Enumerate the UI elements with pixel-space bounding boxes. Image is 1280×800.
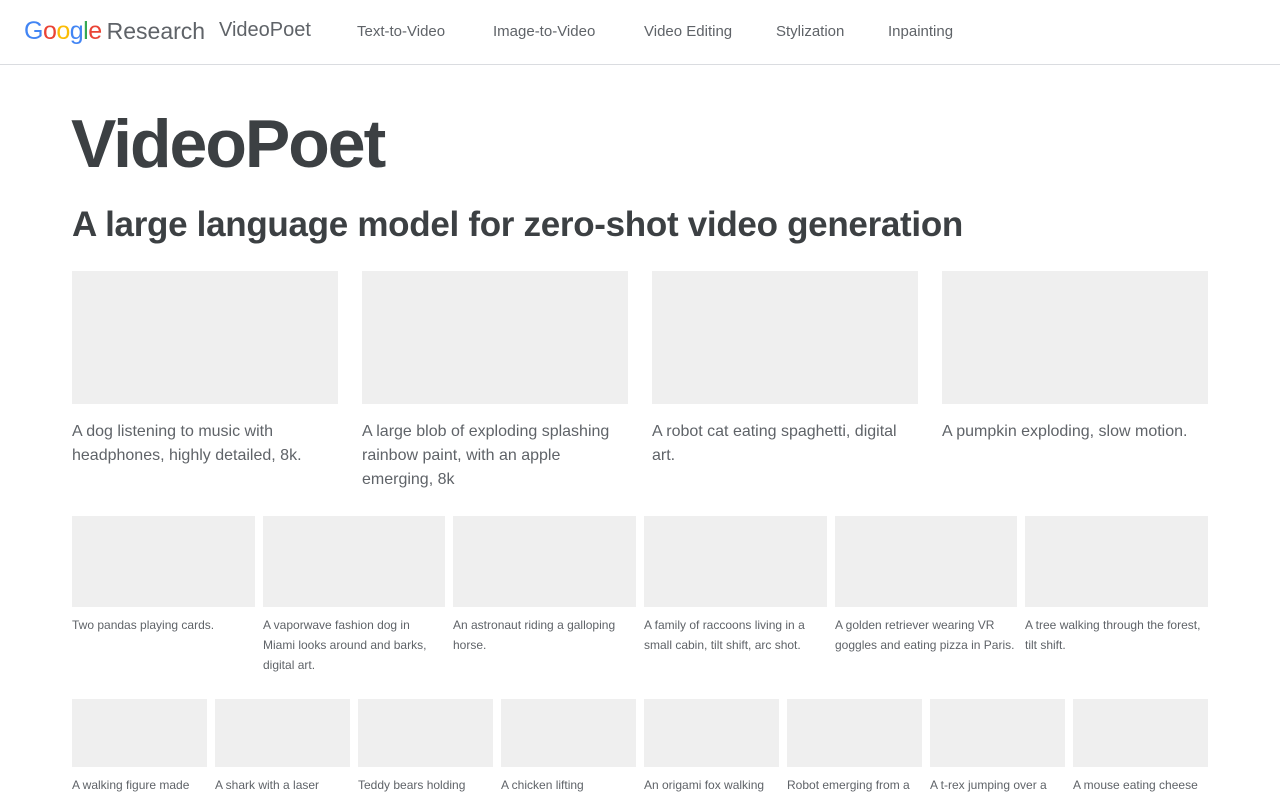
video-card[interactable]: A shark with a laser xyxy=(215,699,350,795)
nav-image-to-video[interactable]: Image-to-Video xyxy=(493,23,595,40)
video-caption: An astronaut riding a galloping horse. xyxy=(453,618,616,652)
video-caption: A shark with a laser xyxy=(215,778,320,792)
video-card[interactable]: Robot emerging from a xyxy=(787,699,922,795)
video-caption: A t-rex jumping over a xyxy=(930,778,1047,792)
video-thumbnail[interactable] xyxy=(644,516,827,607)
brand-letter-o2: o xyxy=(56,17,70,45)
video-caption: A golden retriever wearing VR goggles an… xyxy=(835,618,1015,652)
video-card[interactable]: A vaporwave fashion dog in Miami looks a… xyxy=(263,516,445,675)
video-card[interactable]: A chicken lifting xyxy=(501,699,636,795)
video-caption: A pumpkin exploding, slow motion. xyxy=(942,423,1188,440)
video-thumbnail[interactable] xyxy=(358,699,493,767)
brand-suffix: Research xyxy=(106,18,206,44)
video-card[interactable]: A golden retriever wearing VR goggles an… xyxy=(835,516,1017,655)
brand-letter-g1: G xyxy=(24,17,43,45)
top-navigation-bar: G o o g l e Research VideoPoet Text-to-V… xyxy=(0,0,1280,65)
page-subtitle: A large language model for zero-shot vid… xyxy=(72,205,963,244)
video-thumbnail[interactable] xyxy=(942,271,1208,404)
video-card[interactable]: An origami fox walking xyxy=(644,699,779,795)
video-card[interactable]: Two pandas playing cards. xyxy=(72,516,255,635)
product-name[interactable]: VideoPoet xyxy=(219,19,311,42)
video-thumbnail[interactable] xyxy=(835,516,1017,607)
video-card[interactable]: A robot cat eating spaghetti, digital ar… xyxy=(652,271,918,468)
video-card[interactable]: A pumpkin exploding, slow motion. xyxy=(942,271,1208,444)
brand-letter-e: e xyxy=(88,17,102,45)
video-caption: Two pandas playing cards. xyxy=(72,618,215,632)
video-card[interactable]: A large blob of exploding splashing rain… xyxy=(362,271,628,492)
video-thumbnail[interactable] xyxy=(644,699,779,767)
video-caption: A tree walking through the forest, tilt … xyxy=(1025,618,1201,652)
video-card[interactable]: A tree walking through the forest, tilt … xyxy=(1025,516,1208,655)
video-thumbnail[interactable] xyxy=(453,516,636,607)
google-research-logo[interactable]: G o o g l e Research xyxy=(24,17,205,47)
video-caption: Robot emerging from a xyxy=(787,778,910,792)
video-caption: Teddy bears holding xyxy=(358,778,466,792)
video-caption: A large blob of exploding splashing rain… xyxy=(362,423,610,488)
video-card[interactable]: Teddy bears holding xyxy=(358,699,493,795)
video-thumbnail[interactable] xyxy=(72,516,255,607)
video-thumbnail[interactable] xyxy=(787,699,922,767)
video-caption: A dog listening to music with headphones… xyxy=(72,423,302,464)
video-caption: An origami fox walking xyxy=(644,778,765,792)
video-caption: A walking figure made xyxy=(72,778,190,792)
video-caption: A family of raccoons living in a small c… xyxy=(644,618,805,652)
video-caption: A chicken lifting xyxy=(501,778,584,792)
video-caption: A vaporwave fashion dog in Miami looks a… xyxy=(263,618,427,672)
video-caption: A robot cat eating spaghetti, digital ar… xyxy=(652,423,897,464)
video-thumbnail[interactable] xyxy=(72,699,207,767)
brand-letter-g2: g xyxy=(69,17,84,45)
nav-video-editing[interactable]: Video Editing xyxy=(644,23,732,40)
video-thumbnail[interactable] xyxy=(263,516,445,607)
video-thumbnail[interactable] xyxy=(1025,516,1208,607)
video-card[interactable]: A t-rex jumping over a xyxy=(930,699,1065,795)
video-card[interactable]: A family of raccoons living in a small c… xyxy=(644,516,827,655)
video-thumbnail[interactable] xyxy=(72,271,338,404)
video-thumbnail[interactable] xyxy=(652,271,918,404)
video-card[interactable]: A walking figure made xyxy=(72,699,207,795)
brand-letter-o1: o xyxy=(42,17,57,45)
video-caption: A mouse eating cheese xyxy=(1073,778,1198,792)
video-thumbnail[interactable] xyxy=(1073,699,1208,767)
video-thumbnail[interactable] xyxy=(501,699,636,767)
video-card[interactable]: A dog listening to music with headphones… xyxy=(72,271,338,468)
nav-inpainting[interactable]: Inpainting xyxy=(888,23,953,40)
video-card[interactable]: A mouse eating cheese xyxy=(1073,699,1208,795)
video-thumbnail[interactable] xyxy=(930,699,1065,767)
nav-text-to-video[interactable]: Text-to-Video xyxy=(357,23,445,40)
video-thumbnail[interactable] xyxy=(362,271,628,404)
nav-stylization[interactable]: Stylization xyxy=(776,23,844,40)
page-title: VideoPoet xyxy=(71,106,386,182)
video-thumbnail[interactable] xyxy=(215,699,350,767)
video-card[interactable]: An astronaut riding a galloping horse. xyxy=(453,516,636,655)
